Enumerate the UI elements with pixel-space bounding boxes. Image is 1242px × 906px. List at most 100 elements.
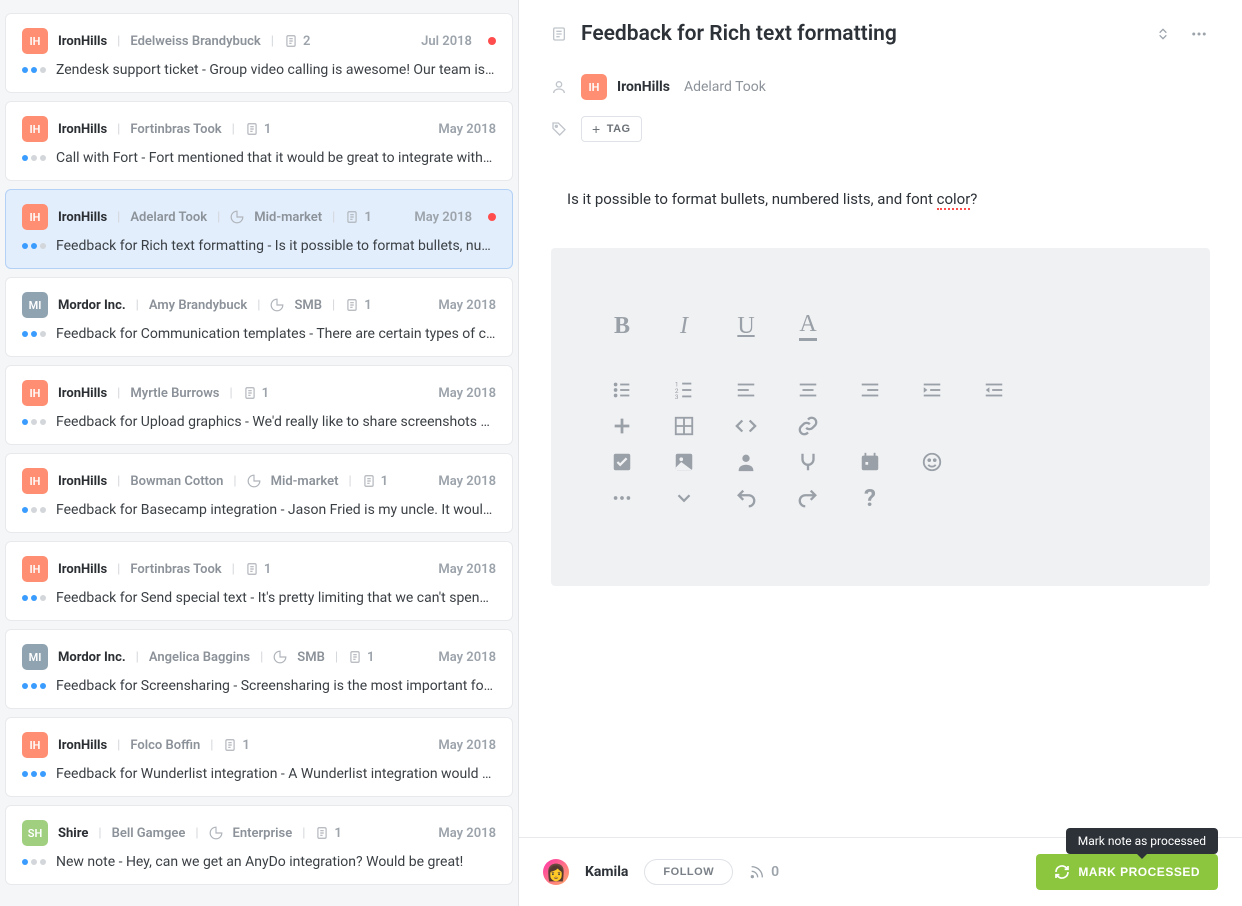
note-snippet: Zendesk support ticket - Group video cal… [56,62,494,78]
person-name: Bowman Cotton [130,474,223,489]
status-dots [22,859,46,865]
note-date: May 2018 [438,298,496,313]
company-avatar: MI [22,644,48,670]
emoji-icon[interactable] [901,444,963,480]
note-date: May 2018 [438,562,496,577]
align-left-icon[interactable] [715,372,777,408]
fork-icon[interactable] [777,444,839,480]
note-date: May 2018 [438,386,496,401]
note-card[interactable]: IH IronHills | Myrtle Burrows | 1 May 20… [5,365,513,445]
underline-icon[interactable]: U [715,308,777,344]
company-name: Shire [58,826,88,841]
follower-count: 0 [749,864,779,880]
follow-button[interactable]: FOLLOW [644,859,733,885]
company-name: IronHills [617,79,670,95]
notes-list: IH IronHills | Edelweiss Brandybuck | 2 … [0,0,518,906]
collapse-icon[interactable] [1152,23,1174,45]
status-dots [22,67,46,73]
bullet-list-icon[interactable] [591,372,653,408]
company-name: IronHills [58,386,107,401]
rich-text-toolbar-preview: BIUA 123 ? [551,248,1210,586]
note-card[interactable]: MI Mordor Inc. | Angelica Baggins |SMB |… [5,629,513,709]
person-name: Edelweiss Brandybuck [130,34,260,49]
bold-icon[interactable]: B [591,308,653,344]
refresh-icon [1054,864,1070,880]
company-avatar: IH [22,380,48,406]
more-menu-icon[interactable] [1188,23,1210,45]
image-icon[interactable] [653,444,715,480]
note-card[interactable]: IH IronHills | Edelweiss Brandybuck | 2 … [5,13,513,93]
note-snippet: New note - Hey, can we get an AnyDo inte… [56,854,463,870]
unread-dot [488,213,496,221]
company-name: IronHills [58,210,107,225]
italic-icon[interactable]: I [653,308,715,344]
note-card[interactable]: IH IronHills | Adelard Took |Mid-market … [5,189,513,269]
note-card[interactable]: IH IronHills | Fortinbras Took | 1 May 2… [5,541,513,621]
align-right-icon[interactable] [839,372,901,408]
status-dots [22,331,46,337]
company-name: IronHills [58,738,107,753]
rss-icon [749,864,765,880]
note-card[interactable]: MI Mordor Inc. | Amy Brandybuck |SMB | 1… [5,277,513,357]
table-icon[interactable] [653,408,715,444]
company-name: Mordor Inc. [58,650,126,665]
insert-icon[interactable] [591,408,653,444]
svg-text:3: 3 [675,393,679,401]
company-name: IronHills [58,122,107,137]
note-snippet: Feedback for Screensharing - Screenshari… [56,678,493,694]
company-name: IronHills [58,562,107,577]
code-icon[interactable] [715,408,777,444]
link-icon[interactable] [777,408,839,444]
undo-icon[interactable] [715,480,777,516]
outdent-icon[interactable] [963,372,1025,408]
checkbox-icon[interactable] [591,444,653,480]
text-color-icon[interactable]: A [777,308,839,344]
doc-count: 1 [245,122,271,137]
number-list-icon[interactable]: 123 [653,372,715,408]
mark-processed-tooltip: Mark note as processed [1066,828,1218,854]
note-card[interactable]: IH IronHills | Bowman Cotton |Mid-market… [5,453,513,533]
doc-count: 2 [284,34,310,49]
align-center-icon[interactable] [777,372,839,408]
more-icon[interactable] [591,480,653,516]
current-user-name: Kamila [585,864,628,880]
note-snippet: Feedback for Communication templates - T… [56,326,495,342]
note-date: May 2018 [438,738,496,753]
status-dots [22,243,46,249]
note-card[interactable]: IH IronHills | Folco Boffin | 1 May 2018… [5,717,513,797]
doc-count: 1 [345,298,371,313]
note-date: May 2018 [438,122,496,137]
current-user-avatar: 👩 [543,859,569,885]
person-name: Adelard Took [130,210,207,225]
doc-count: 1 [245,562,271,577]
add-tag-button[interactable]: +TAG [581,116,642,142]
mention-icon[interactable] [715,444,777,480]
status-dots [22,507,46,513]
status-dots [22,155,46,161]
note-card[interactable]: SH Shire | Bell Gamgee |Enterprise | 1 M… [5,805,513,885]
company-avatar: IH [22,468,48,494]
person-name: Fortinbras Took [130,562,221,577]
note-snippet: Feedback for Rich text formatting - Is i… [56,238,491,254]
note-date: Jul 2018 [421,34,472,49]
help-icon[interactable]: ? [839,480,901,516]
note-card[interactable]: IH IronHills | Fortinbras Took | 1 May 2… [5,101,513,181]
company-name: Mordor Inc. [58,298,126,313]
company-avatar: IH [22,732,48,758]
status-dots [22,595,46,601]
indent-icon[interactable] [901,372,963,408]
note-footer: 👩 Kamila FOLLOW 0 Mark note as processed… [519,837,1242,906]
company-pill[interactable]: IH IronHills [581,74,670,100]
tag-icon [551,121,567,137]
note-detail-panel: Feedback for Rich text formatting IH Iro… [518,0,1242,906]
doc-count: 1 [348,650,374,665]
company-avatar: IH [22,556,48,582]
note-date: May 2018 [438,474,496,489]
calendar-icon[interactable] [839,444,901,480]
unread-dot [488,37,496,45]
expand-icon[interactable] [653,480,715,516]
note-snippet: Feedback for Wunderlist integration - A … [56,766,491,782]
redo-icon[interactable] [777,480,839,516]
company-avatar: IH [22,28,48,54]
mark-processed-button[interactable]: MARK PROCESSED [1036,854,1218,890]
